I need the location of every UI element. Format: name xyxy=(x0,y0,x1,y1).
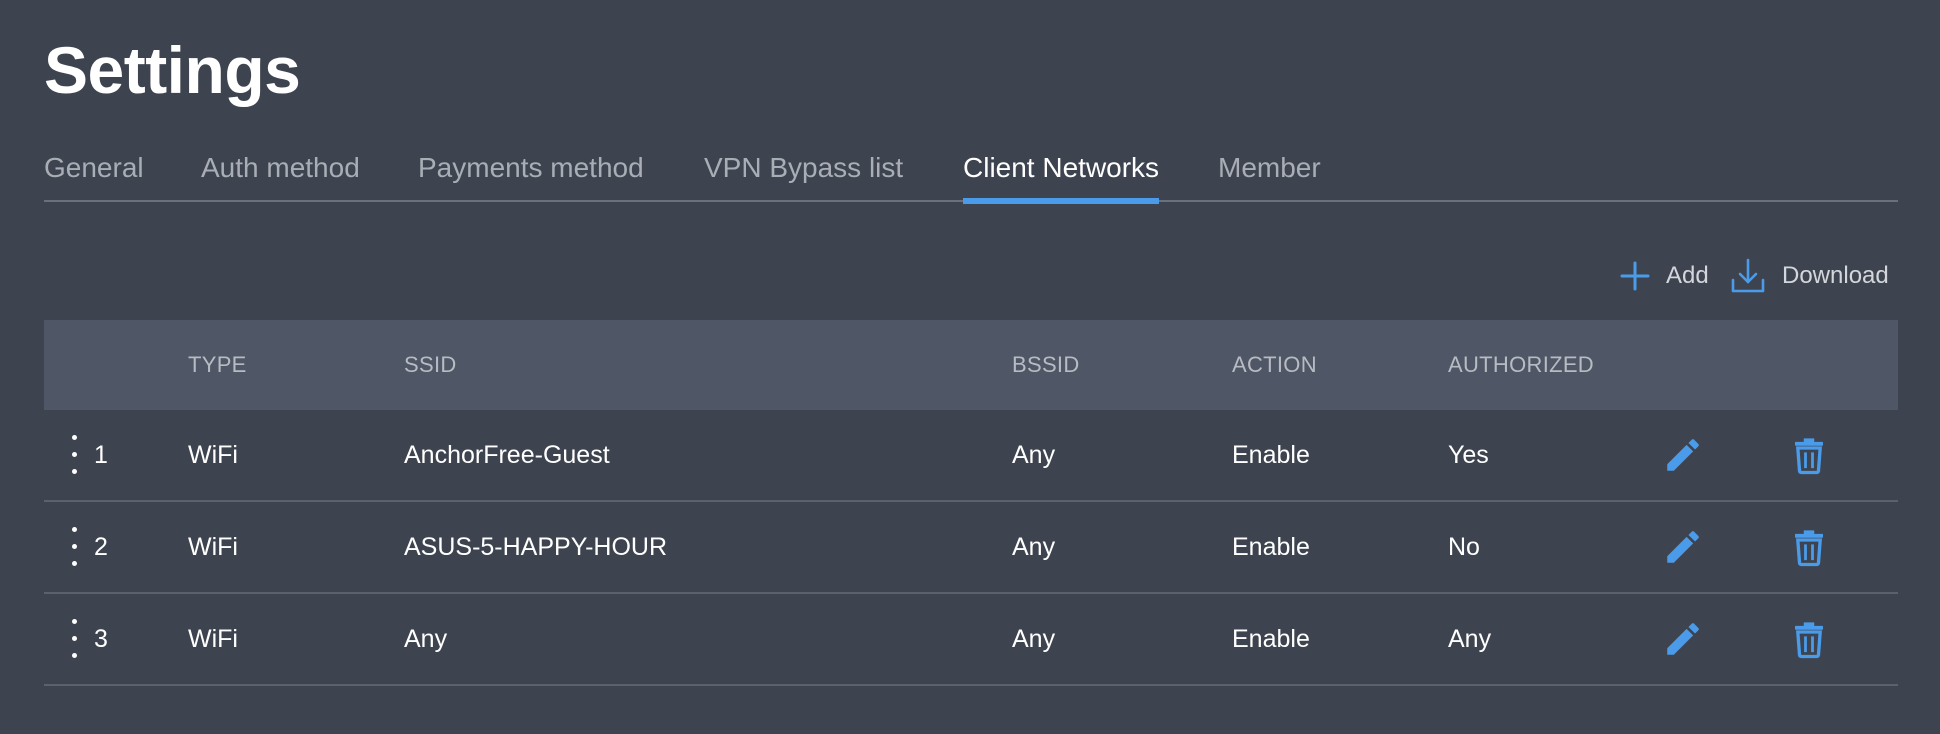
download-button[interactable]: Download xyxy=(1730,256,1889,296)
header-authorized[interactable]: AUTHORIZED xyxy=(1448,320,1594,410)
header-type[interactable]: TYPE xyxy=(188,320,247,410)
tab-payments-method[interactable]: Payments method xyxy=(418,148,644,202)
drag-handle-icon[interactable] xyxy=(70,526,80,568)
pencil-icon xyxy=(1667,439,1699,471)
download-button-label: Download xyxy=(1782,262,1889,289)
edit-button[interactable] xyxy=(1662,618,1704,660)
trash-icon xyxy=(1795,622,1823,659)
cell-action: Enable xyxy=(1232,441,1310,469)
cell-authorized: Any xyxy=(1448,625,1492,653)
cell-action: Enable xyxy=(1232,533,1310,561)
cell-bssid: Any xyxy=(1012,441,1056,469)
settings-page: Settings General Auth method Payments me… xyxy=(0,0,1940,734)
add-button-label: Add xyxy=(1666,262,1709,289)
cell-type: WiFi xyxy=(188,625,238,653)
table-row: 3 WiFi Any Any Enable Any xyxy=(44,594,1898,686)
drag-handle-icon[interactable] xyxy=(70,618,80,660)
download-icon xyxy=(1731,258,1765,293)
cell-authorized: No xyxy=(1448,533,1480,561)
tab-client-networks[interactable]: Client Networks xyxy=(963,148,1160,204)
header-ssid[interactable]: SSID xyxy=(404,320,457,410)
table-row: 1 WiFi AnchorFree-Guest Any Enable Yes xyxy=(44,410,1898,502)
table-row: 2 WiFi ASUS-5-HAPPY-HOUR Any Enable No xyxy=(44,502,1898,594)
add-button[interactable]: Add xyxy=(1620,256,1709,296)
drag-handle-icon[interactable] xyxy=(70,434,80,476)
cell-bssid: Any xyxy=(1012,625,1056,653)
settings-tabs: General Auth method Payments method VPN … xyxy=(44,148,1898,204)
cell-bssid: Any xyxy=(1012,533,1056,561)
cell-ssid: AnchorFree-Guest xyxy=(404,441,610,469)
trash-icon xyxy=(1795,530,1823,567)
cell-type: WiFi xyxy=(188,533,238,561)
page-title: Settings xyxy=(44,33,301,107)
header-bssid[interactable]: BSSID xyxy=(1012,320,1080,410)
delete-button[interactable] xyxy=(1788,618,1830,660)
tab-vpn-bypass-list[interactable]: VPN Bypass list xyxy=(704,148,903,202)
tab-member[interactable]: Member xyxy=(1218,148,1321,202)
client-networks-table: TYPE SSID BSSID ACTION AUTHORIZED 1 WiFi… xyxy=(44,320,1898,686)
delete-button[interactable] xyxy=(1788,526,1830,568)
header-action[interactable]: ACTION xyxy=(1232,320,1317,410)
cell-authorized: Yes xyxy=(1448,441,1489,469)
edit-button[interactable] xyxy=(1662,434,1704,476)
pencil-icon xyxy=(1667,623,1699,655)
trash-icon xyxy=(1795,438,1823,475)
edit-button[interactable] xyxy=(1662,526,1704,568)
cell-action: Enable xyxy=(1232,625,1310,653)
row-index: 3 xyxy=(94,625,108,653)
delete-button[interactable] xyxy=(1788,434,1830,476)
tab-general[interactable]: General xyxy=(44,148,144,202)
table-header: TYPE SSID BSSID ACTION AUTHORIZED xyxy=(44,320,1898,410)
plus-icon xyxy=(1620,261,1650,291)
tab-auth-method[interactable]: Auth method xyxy=(201,148,360,202)
pencil-icon xyxy=(1667,531,1699,563)
row-index: 1 xyxy=(94,441,108,469)
row-index: 2 xyxy=(94,533,108,561)
cell-type: WiFi xyxy=(188,441,238,469)
cell-ssid: Any xyxy=(404,625,448,653)
cell-ssid: ASUS-5-HAPPY-HOUR xyxy=(404,533,668,561)
